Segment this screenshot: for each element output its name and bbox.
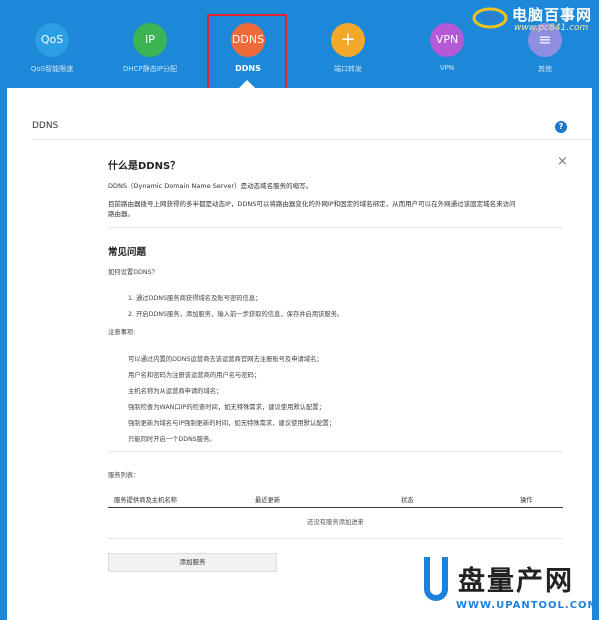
column-last-update: 最近更新 <box>255 497 281 504</box>
column-action: 操作 <box>520 497 533 504</box>
intro-paragraph-2-line-2: 路由器。 <box>108 210 134 218</box>
column-status: 状态 <box>401 497 414 504</box>
ip-icon: IP <box>133 23 167 57</box>
section-title: DDNS <box>32 121 59 131</box>
qos-icon: QoS <box>35 23 69 57</box>
note-3: 主机名称为从运营商申请的域名； <box>128 388 223 395</box>
nav-item-dhcp-static-ip[interactable]: IP DHCP静态IP分配 <box>110 23 190 74</box>
watermark-logo: 盘量产网 WWW.UPANTOOL.COM <box>422 555 599 620</box>
intro-paragraph-1: DDNS（Dynamic Domain Name Server）是动态域名服务的… <box>108 182 313 190</box>
u-logo-icon <box>424 557 448 601</box>
active-tab-pointer <box>239 80 255 88</box>
note-1: 可以通过内置的DDNS运营商去该运营商官网去注册账号及申请域名； <box>128 356 323 363</box>
notes-title: 注意事项: <box>108 329 136 336</box>
add-service-button[interactable]: 添加服务 <box>108 553 277 572</box>
site-logo: 电脑百事网 www.pc841.com <box>470 2 599 36</box>
close-icon[interactable]: × <box>557 155 568 168</box>
faq-step-1: 1. 通过DDNS服务商获得域名及账号密码信息； <box>128 295 262 302</box>
watermark-title: 盘量产网 <box>458 566 574 597</box>
nav-label-vpn: VPN <box>439 64 455 72</box>
note-2: 用户名和密码为注册该运营商的用户名与密码； <box>128 372 261 379</box>
logo-swoosh-icon <box>472 7 508 29</box>
note-4: 强制检查为WAN口IP的检查时间，如无特殊需求，建议使用默认配置； <box>128 404 325 411</box>
service-list-title: 服务列表： <box>108 472 140 479</box>
header-divider <box>32 139 592 140</box>
faq-step-2: 2. 开启DDNS服务，添加服务，输入前一步获取的信息，保存并启用该服务。 <box>128 311 344 318</box>
nav-label-other: 其他 <box>538 65 552 73</box>
logo-title: 电脑百事网 <box>512 6 593 24</box>
nav-label-qos: QoS智能限速 <box>30 65 74 73</box>
watermark-url: WWW.UPANTOOL.COM <box>456 600 599 611</box>
nav-label-dhcp-static-ip: DHCP静态IP分配 <box>122 65 178 73</box>
faq-title: 常见问题 <box>108 247 147 258</box>
port-forward-icon: + <box>331 23 365 57</box>
intro-divider <box>108 227 563 228</box>
nav-item-qos[interactable]: QoS QoS智能限速 <box>12 23 92 74</box>
help-icon[interactable]: ? <box>555 121 567 133</box>
service-table-header: 服务提供商及主机名称 最近更新 状态 操作 <box>108 493 563 508</box>
logo-url: www.pc841.com <box>514 23 589 33</box>
column-provider-host: 服务提供商及主机名称 <box>114 497 177 504</box>
faq-question: 如何设置DDNS？ <box>108 269 158 276</box>
note-5: 强制更新为域名与IP强制更新的时间，如无特殊需求，建议使用默认配置； <box>128 420 336 427</box>
empty-service-row: 还没有服务添加进来 <box>108 508 563 539</box>
intro-title: 什么是DDNS？ <box>108 161 181 172</box>
faq-divider <box>108 451 563 452</box>
vpn-icon: VPN <box>430 23 464 57</box>
intro-paragraph-2-line-1: 目前路由器拨号上网获得的多半都是动态IP，DDNS可以将路由器变化的外网IP和固… <box>108 200 516 208</box>
nav-item-port-forwarding[interactable]: + 端口转发 <box>308 23 388 74</box>
nav-label-port-forwarding: 端口转发 <box>334 65 362 73</box>
note-6: 只能同时开启一个DDNS服务。 <box>128 436 216 443</box>
